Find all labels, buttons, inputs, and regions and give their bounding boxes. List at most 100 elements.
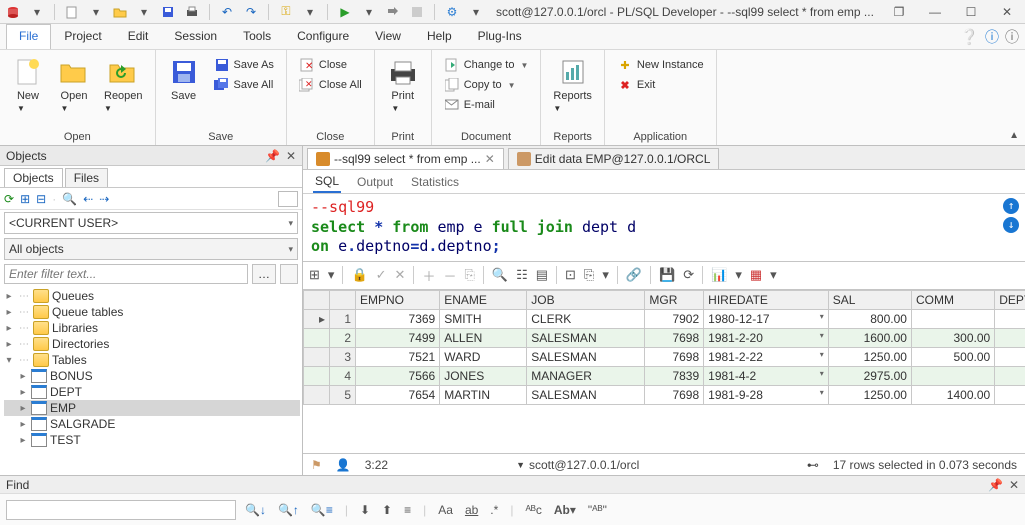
print-button[interactable]: Print▼ <box>383 54 423 116</box>
print-icon[interactable] <box>183 3 201 21</box>
match-case-icon[interactable]: Aa <box>435 503 456 517</box>
commit-icon[interactable]: ✓ <box>376 267 387 283</box>
sql-editor[interactable]: ↑↓ --sql99 select * from emp e full join… <box>303 194 1025 262</box>
col-hiredate[interactable]: HIREDATE <box>704 290 829 309</box>
execute-icon[interactable]: ▶ <box>336 3 354 21</box>
table-row[interactable]: ▸17369SMITHCLERK79021980-12-17▾800.00 <box>304 309 1025 328</box>
menu-session[interactable]: Session <box>161 24 230 49</box>
close-tab-icon[interactable]: ✕ <box>485 152 495 166</box>
table-row[interactable]: 27499ALLENSALESMAN76981981-2-20▾1600.003… <box>304 328 1025 347</box>
menu-view[interactable]: View <box>362 24 414 49</box>
object-tree[interactable]: ▸⋯Queues ▸⋯Queue tables ▸⋯Libraries ▸⋯Di… <box>0 286 302 475</box>
email-button[interactable]: E-mail <box>440 96 533 114</box>
chart-icon[interactable]: 📊 <box>711 267 727 283</box>
nav-down-icon[interactable]: ↓ <box>1003 217 1019 233</box>
filter-icon[interactable]: ▤ <box>536 267 548 283</box>
table-row[interactable]: 47566JONESMANAGER78391981-4-2▾2975.00202… <box>304 366 1025 385</box>
db-icon[interactable] <box>4 3 22 21</box>
search-icon[interactable]: 🔍 <box>492 267 508 283</box>
col-job[interactable]: JOB <box>527 290 645 309</box>
collapse-icon[interactable]: ⊟ <box>36 192 46 206</box>
user-combo[interactable]: <CURRENT USER>▾ <box>4 212 298 234</box>
closeall-button[interactable]: ✕Close All <box>295 76 366 94</box>
dropdown-icon[interactable]: ▾ <box>360 3 378 21</box>
next-icon[interactable]: ⇢ <box>99 192 109 206</box>
find-next-icon[interactable]: 🔍↓ <box>242 503 269 517</box>
bookmark-prev-icon[interactable]: ⬆ <box>379 503 395 517</box>
expand-icon[interactable]: ⊞ <box>20 192 30 206</box>
compact-toggle[interactable] <box>278 191 298 207</box>
dropdown-icon[interactable]: ▾ <box>467 3 485 21</box>
dropdown-icon[interactable]: ▾ <box>87 3 105 21</box>
filter-combo[interactable]: All objects▾ <box>4 238 298 260</box>
save-icon[interactable] <box>159 3 177 21</box>
subtab-sql[interactable]: SQL <box>313 171 341 193</box>
menu-help[interactable]: Help <box>414 24 465 49</box>
refresh-grid-icon[interactable]: ⟳ <box>683 267 694 283</box>
mdi-restore-icon[interactable]: ❐ <box>885 5 913 19</box>
pin-icon[interactable]: 📌 <box>988 478 1003 492</box>
reopen-button[interactable]: Reopen▼ <box>100 54 147 116</box>
bookmark-next-icon[interactable]: ⬇ <box>357 503 373 517</box>
view-icon[interactable]: ⊡ <box>565 267 576 283</box>
connection-label[interactable]: scott@127.0.0.1/orcl <box>529 458 639 472</box>
menu-plugins[interactable]: Plug-Ins <box>465 24 535 49</box>
replace-all-icon[interactable]: Ab▾ <box>551 503 579 517</box>
new-button[interactable]: New▼ <box>8 54 48 116</box>
help-icon[interactable]: ❔ <box>960 28 979 46</box>
col-empno[interactable]: EMPNO <box>356 290 440 309</box>
lock-icon[interactable]: 🔒 <box>351 267 367 283</box>
info2-icon[interactable]: ⓘ <box>1005 27 1019 47</box>
filter-clear-button[interactable] <box>280 264 298 284</box>
doc-tab-2[interactable]: Edit data EMP@127.0.0.1/ORCL <box>508 148 720 169</box>
pin-icon[interactable]: 📌 <box>265 149 280 163</box>
settings-icon[interactable]: ⚙ <box>443 3 461 21</box>
add-row-icon[interactable]: ＋ <box>422 266 435 285</box>
stop-icon[interactable] <box>408 3 426 21</box>
menu-configure[interactable]: Configure <box>284 24 362 49</box>
exit-button[interactable]: ✖Exit <box>613 76 708 94</box>
close-button[interactable]: ✕Close <box>295 56 366 74</box>
find-input[interactable] <box>6 500 236 520</box>
first-icon[interactable]: ⊞ <box>309 267 320 283</box>
menu-file[interactable]: File <box>6 24 51 49</box>
tab-files[interactable]: Files <box>65 168 108 187</box>
replace-icon[interactable]: ᴬᴮc <box>522 503 544 517</box>
redo-icon[interactable]: ↷ <box>242 3 260 21</box>
minimize-icon[interactable]: — <box>921 5 949 19</box>
del-row-icon[interactable]: － <box>443 266 456 285</box>
saveas-button[interactable]: Save As <box>210 56 278 74</box>
save-button[interactable]: Save <box>164 54 204 104</box>
whole-word-icon[interactable]: ab <box>462 503 481 517</box>
copyto-button[interactable]: Copy to▼ <box>440 76 533 94</box>
subtab-output[interactable]: Output <box>355 172 395 192</box>
highlight-icon[interactable]: "ᴬᴮ" <box>585 503 610 517</box>
find-prev-icon[interactable]: 🔍↑ <box>275 503 302 517</box>
open-icon[interactable] <box>111 3 129 21</box>
col-deptno[interactable]: DEPTNO <box>995 290 1025 309</box>
table-row[interactable]: 57654MARTINSALESMAN76981981-9-28▾1250.00… <box>304 385 1025 404</box>
close-icon[interactable]: ✕ <box>993 5 1021 19</box>
open-button[interactable]: Open▼ <box>54 54 94 116</box>
link-icon[interactable]: 🔗 <box>626 267 642 283</box>
col-ename[interactable]: ENAME <box>440 290 527 309</box>
dropdown-icon[interactable]: ▾ <box>28 3 46 21</box>
save-grid-icon[interactable]: 💾 <box>659 267 675 283</box>
prev-icon[interactable]: ⇠ <box>83 192 93 206</box>
export-icon[interactable]: ☷ <box>516 267 528 283</box>
close-find-icon[interactable]: ✕ <box>1009 478 1019 492</box>
rollback-icon[interactable]: ✕ <box>395 267 406 283</box>
close-pane-icon[interactable]: ✕ <box>286 149 296 163</box>
undo-icon[interactable]: ↶ <box>218 3 236 21</box>
filter-input[interactable] <box>4 264 248 284</box>
maximize-icon[interactable]: ☐ <box>957 5 985 19</box>
menu-tools[interactable]: Tools <box>230 24 284 49</box>
newinstance-button[interactable]: ✚New Instance <box>613 56 708 74</box>
debug-step-icon[interactable] <box>384 3 402 21</box>
saveall-button[interactable]: Save All <box>210 76 278 94</box>
dropdown-icon[interactable]: ▾ <box>301 3 319 21</box>
find-icon[interactable]: 🔍 <box>62 192 77 206</box>
copy-icon[interactable]: ⎘ <box>584 267 594 283</box>
col-mgr[interactable]: MGR <box>645 290 704 309</box>
key-icon[interactable]: ⚿ <box>277 3 295 21</box>
